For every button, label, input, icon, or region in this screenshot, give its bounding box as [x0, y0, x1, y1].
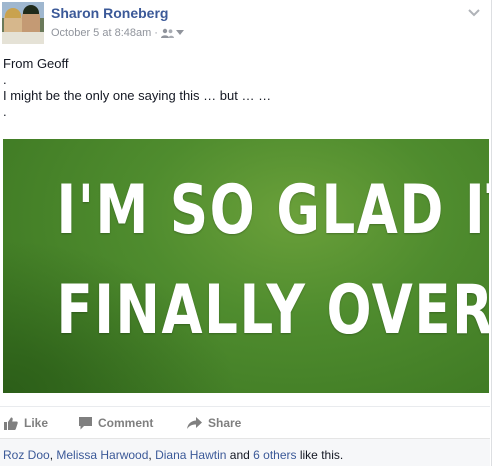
liker-link[interactable]: Melissa Harwood [56, 448, 148, 462]
share-button[interactable]: Share [187, 416, 241, 430]
liker-link[interactable]: Roz Doo [3, 448, 50, 462]
like-label: Like [24, 416, 49, 430]
post-card: Sharon Roneberg October 5 at 8:48am · Fr… [0, 0, 492, 466]
post-text-line: From Geoff [3, 56, 69, 71]
post-meta: October 5 at 8:48am · [51, 27, 184, 39]
post-text-line: I might be the only one saying this … bu… [3, 88, 272, 103]
audience-selector[interactable] [160, 28, 184, 38]
post-timestamp[interactable]: October 5 at 8:48am [51, 27, 151, 39]
likes-summary: Roz Doo, Melissa Harwood, Diana Hawtin a… [0, 438, 490, 466]
image-text-line-1: I'M SO GLAD IT'S [56, 171, 489, 250]
comment-label: Comment [98, 416, 154, 430]
like-button[interactable]: Like [4, 416, 48, 430]
post-text-line: . [3, 104, 7, 119]
post-text: From Geoff . I might be the only one say… [3, 56, 483, 120]
comment-bubble-icon [79, 416, 92, 429]
comment-button[interactable]: Comment [79, 416, 153, 430]
liker-link[interactable]: Diana Hawtin [155, 448, 226, 462]
image-text-line-2: FINALLY OVER. [56, 271, 489, 350]
likes-and-text: and [226, 448, 254, 462]
post-header: Sharon Roneberg October 5 at 8:48am · [2, 2, 490, 44]
likes-suffix: like this. [296, 448, 344, 462]
post-actions-bar: Like Comment Share [0, 406, 490, 436]
others-link[interactable]: 6 others [253, 448, 296, 462]
share-label: Share [208, 416, 242, 430]
avatar[interactable] [2, 2, 44, 44]
post-text-line: . [3, 72, 7, 87]
chevron-down-icon [175, 30, 184, 35]
share-arrow-icon [187, 417, 202, 429]
post-image[interactable]: I'M SO GLAD IT'S FINALLY OVER. [3, 139, 489, 393]
post-options-chevron-icon[interactable] [468, 8, 480, 18]
friends-icon [160, 28, 174, 38]
author-name[interactable]: Sharon Roneberg [51, 5, 168, 21]
thumbs-up-icon [4, 417, 18, 430]
meta-separator: · [154, 27, 158, 39]
